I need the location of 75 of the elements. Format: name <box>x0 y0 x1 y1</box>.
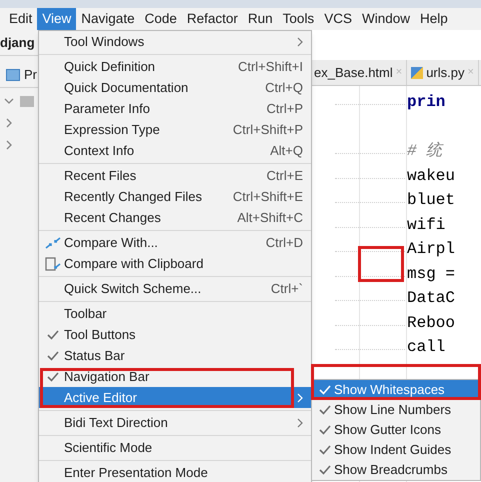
shortcut-label: Ctrl+Q <box>265 78 303 97</box>
panel-icon <box>6 68 20 80</box>
tool-window-tab[interactable]: Pr <box>24 64 37 84</box>
menu-bar-item[interactable]: Run <box>242 8 278 30</box>
code-line: call <box>407 337 446 358</box>
arrows-icon <box>45 236 61 250</box>
menu-item[interactable]: Bidi Text Direction <box>39 412 311 433</box>
menu-bar-item[interactable]: Help <box>414 8 453 30</box>
shortcut-label: Ctrl+P <box>266 100 303 118</box>
menu-item[interactable]: Quick Definition Ctrl+Shift+I <box>39 56 311 77</box>
code-line: msg = <box>407 264 456 285</box>
code-line: bluet <box>407 190 456 212</box>
menu-item[interactable]: Show Indent Guides <box>312 440 480 460</box>
project-title: djang <box>0 34 35 52</box>
checkmark-icon <box>319 445 331 455</box>
shortcut-label: Alt+Shift+C <box>237 208 303 227</box>
menu-item[interactable]: Toolbar <box>39 303 311 324</box>
menu-item[interactable]: Expression Type Ctrl+Shift+P <box>39 119 311 140</box>
code-line: Reboo <box>407 312 456 334</box>
menu-item[interactable]: Quick Documentation Ctrl+Q <box>39 77 311 98</box>
shortcut-label: Ctrl+D <box>266 234 303 252</box>
code-line: prin <box>407 92 446 114</box>
menu-bar-item[interactable]: Edit <box>4 8 38 30</box>
menu-item[interactable]: Tool Windows <box>39 31 311 52</box>
menu-bar-item[interactable]: View <box>37 8 76 30</box>
code-line: Airpl <box>407 239 456 260</box>
checkmark-icon <box>47 350 59 360</box>
chevron-down-icon[interactable] <box>4 96 14 106</box>
menu-bar-item[interactable]: Tools <box>278 8 320 30</box>
menu-item[interactable]: Parameter Info Ctrl+P <box>39 98 311 119</box>
shortcut-label: Alt+Q <box>270 142 303 160</box>
checkmark-icon <box>47 330 59 340</box>
menu-item[interactable]: Show Gutter Icons <box>312 420 480 440</box>
highlight-frame <box>358 246 404 282</box>
menu-item[interactable]: Navigation Bar <box>39 366 311 387</box>
folder-icon <box>20 96 34 106</box>
menu-item[interactable]: Tool Buttons <box>39 324 311 345</box>
tab-label: urls.py <box>426 64 464 82</box>
menu-item[interactable]: Scientific Mode <box>39 437 311 458</box>
code-line: # 统 <box>407 140 442 162</box>
menu-item[interactable]: Compare With... Ctrl+D <box>39 232 311 253</box>
menu-item[interactable]: Status Bar <box>39 345 311 366</box>
menu-bar-item[interactable]: Refactor <box>182 8 243 30</box>
shortcut-label: Ctrl+Shift+E <box>232 188 303 206</box>
menu-bar-item[interactable]: Code <box>140 8 182 30</box>
menu-item[interactable]: Recent Files Ctrl+E <box>39 165 311 186</box>
shortcut-label: Ctrl+E <box>266 166 303 185</box>
shortcut-label: Ctrl+Shift+I <box>238 58 303 76</box>
checkmark-icon <box>319 465 331 475</box>
menu-item[interactable]: Show Line Numbers <box>312 400 480 420</box>
menu-item[interactable]: Show Breadcrumbs <box>312 460 480 480</box>
python-file-icon <box>411 66 424 78</box>
clipboard-icon <box>45 256 61 272</box>
menu-item[interactable]: Recently Changed Files Ctrl+Shift+E <box>39 186 311 207</box>
menu-item[interactable]: Enter Presentation Mode <box>39 462 311 482</box>
checkmark-icon <box>319 405 331 415</box>
tab-label: ex_Base.html <box>314 64 393 82</box>
menu-item[interactable]: Quick Switch Scheme... Ctrl+` <box>39 278 311 299</box>
chevron-right-icon[interactable] <box>4 118 14 128</box>
menu-bar-item[interactable]: Navigate <box>76 8 140 30</box>
checkmark-icon <box>319 385 331 395</box>
menu-item[interactable]: Context Info Alt+Q <box>39 140 311 161</box>
menu-item[interactable]: Compare with Clipboard <box>39 253 311 274</box>
checkmark-icon <box>47 372 59 382</box>
menu-bar-item[interactable]: Window <box>356 8 415 30</box>
code-line: DataC <box>407 288 456 310</box>
shortcut-label: Ctrl+Shift+P <box>232 120 303 139</box>
shortcut-label: Ctrl+` <box>270 280 303 298</box>
editor-tab[interactable]: urls.py × <box>407 60 479 85</box>
menu-bar-item[interactable]: VCS <box>319 8 357 30</box>
code-line: wifi <box>407 214 446 236</box>
chevron-right-icon[interactable] <box>4 140 14 150</box>
menu-item[interactable]: Recent Changes Alt+Shift+C <box>39 207 311 228</box>
checkmark-icon <box>319 425 331 435</box>
code-line: wakeu <box>407 166 456 187</box>
